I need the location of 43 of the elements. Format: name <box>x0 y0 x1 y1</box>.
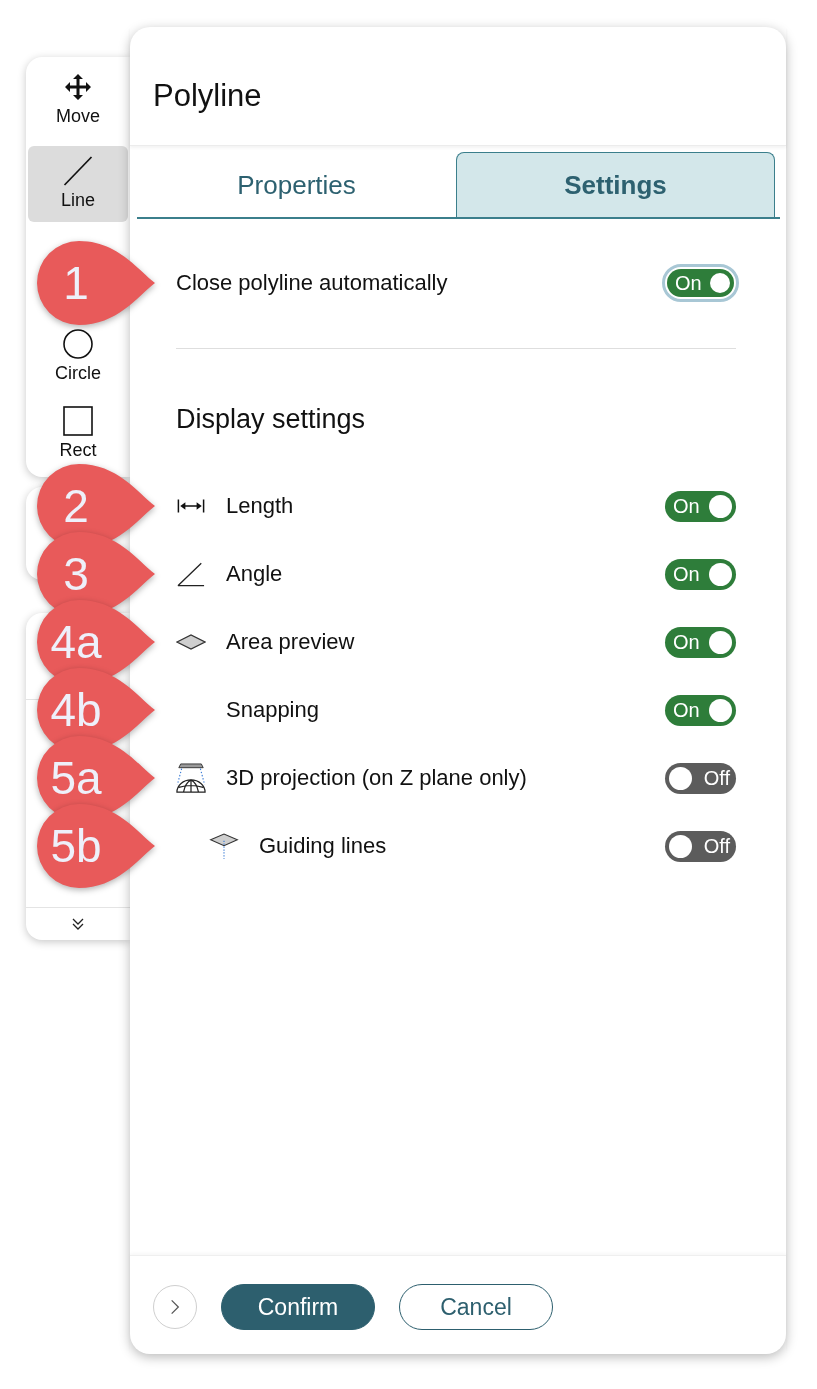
section-heading: Display settings <box>176 403 367 435</box>
toggle-switch[interactable]: Off <box>665 830 736 862</box>
four-way-arrow-icon <box>64 73 92 101</box>
square-icon <box>63 406 93 436</box>
angle-icon <box>177 561 205 587</box>
toggle-knob <box>710 273 730 293</box>
setting-label: Close polyline automatically <box>176 269 448 297</box>
double-chevron-down-icon <box>71 917 85 931</box>
diamond-guide-icon <box>209 832 239 860</box>
tab[interactable]: Properties <box>137 152 456 217</box>
toggle-switch[interactable]: On <box>665 558 736 590</box>
tool-button[interactable]: Move <box>28 69 128 126</box>
diagonal-line-icon <box>63 156 93 186</box>
diamond-icon <box>176 634 206 650</box>
dome-projection-icon <box>176 763 206 793</box>
next-button[interactable] <box>153 1285 197 1329</box>
setting-label: Length <box>226 492 294 520</box>
tab[interactable]: Settings <box>456 152 775 217</box>
toggle-switch[interactable]: On <box>667 269 734 297</box>
setting-label: Area preview <box>226 628 355 656</box>
toggle-switch[interactable]: On <box>665 694 736 726</box>
tool-button[interactable]: Rect <box>28 403 128 460</box>
setting-label: Guiding lines <box>259 832 387 860</box>
dimension-arrow-icon <box>177 498 205 514</box>
tool-button[interactable]: Line <box>28 146 128 222</box>
setting-label: 3D projection (on Z plane only) <box>226 764 527 792</box>
toggle-switch[interactable]: Off <box>665 762 736 794</box>
toggle-knob <box>709 494 732 518</box>
cancel-button[interactable]: Cancel <box>399 1284 553 1330</box>
tool-button[interactable]: Circle <box>28 326 128 383</box>
panel-title: Polyline <box>153 77 263 115</box>
setting-label: Angle <box>226 560 283 588</box>
toggle-knob <box>709 630 732 654</box>
confirm-button[interactable]: Confirm <box>221 1284 375 1330</box>
chevron-right-icon <box>170 1299 180 1315</box>
toggle-switch[interactable]: On <box>665 626 736 658</box>
toggle-knob <box>709 698 732 722</box>
toggle-knob <box>669 766 692 790</box>
toggle-switch[interactable]: On <box>665 490 736 522</box>
toggle-knob <box>709 562 732 586</box>
circle-icon <box>63 329 93 359</box>
setting-label: Snapping <box>226 696 319 724</box>
toggle-knob <box>669 834 692 858</box>
